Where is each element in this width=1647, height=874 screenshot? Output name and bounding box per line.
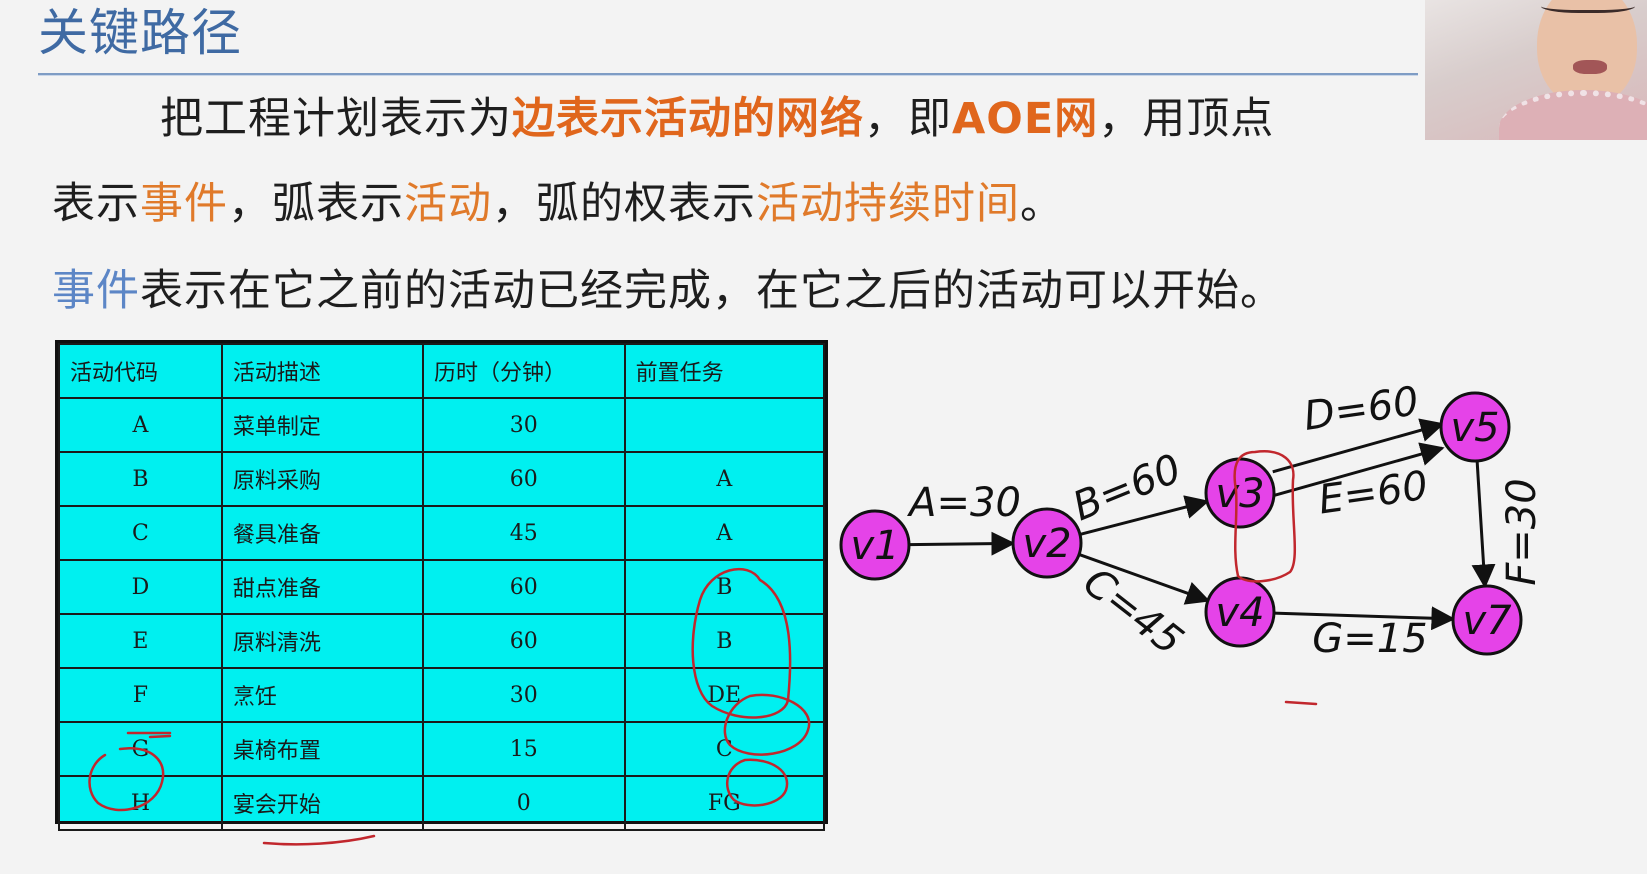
cell-duration: 60	[422, 613, 626, 669]
table-row: A 菜单制定 30	[58, 397, 826, 453]
cell-duration: 60	[422, 559, 626, 615]
table-row: G 桌椅布置 15 C	[58, 721, 826, 777]
cell-duration: 45	[422, 505, 626, 561]
table-row: C 餐具准备 45 A	[58, 505, 826, 561]
p2-highlight-duration: 活动持续时间	[756, 179, 1020, 229]
header-predecessor: 前置任务	[623, 343, 826, 399]
paragraph-1: 把工程计划表示为边表示活动的网络，即AOE网，用顶点	[160, 84, 1274, 146]
p3-highlight-event: 事件	[52, 266, 140, 316]
cell-activity-desc: 宴会开始	[220, 775, 425, 831]
node-label-v5: v5	[1450, 405, 1499, 451]
edge-v1-v2-0	[908, 531, 1016, 556]
activity-table-container: 活动代码 活动描述 历时（分钟） 前置任务 A 菜单制定 30 B 原料采购 60 A C 餐具…	[55, 340, 828, 831]
p2-text-b: ，弧表示	[228, 179, 404, 229]
header-duration: 历时（分钟）	[422, 343, 626, 399]
p3-text: 表示在它之前的活动已经完成，在它之后的活动可以开始。	[140, 266, 1284, 316]
node-label-v2: v2	[1022, 521, 1071, 567]
edge-label-3: D=60	[1301, 378, 1421, 440]
cell-predecessor: A	[623, 451, 826, 507]
title-divider	[38, 73, 1418, 76]
presenter-collar	[1499, 90, 1647, 140]
cell-predecessor: A	[623, 505, 826, 561]
edge-label-4: E=60	[1316, 463, 1431, 524]
cell-activity-desc: 原料清洗	[220, 613, 425, 669]
p2-text-a: 表示	[52, 179, 140, 229]
edge-label-0: A=30	[906, 480, 1021, 526]
paragraph-3: 事件表示在它之前的活动已经完成，在它之后的活动可以开始。	[52, 256, 1284, 318]
activity-table: 活动代码 活动描述 历时（分钟） 前置任务 A 菜单制定 30 B 原料采购 60 A C 餐具…	[58, 343, 826, 831]
cell-activity-desc: 桌椅布置	[220, 721, 425, 777]
presenter-mouth	[1573, 60, 1607, 74]
cell-predecessor: FG	[623, 775, 826, 831]
table-row: B 原料采购 60 A	[58, 451, 826, 507]
p1-text-c: ，用顶点	[1098, 94, 1275, 144]
header-activity-desc: 活动描述	[220, 343, 425, 399]
table-header-row: 活动代码 活动描述 历时（分钟） 前置任务	[58, 343, 826, 399]
aoe-network-graph: A=30 B=60C=45D=60E=60 F=30G=15 v1 v2v3v4v5v…	[839, 378, 1545, 664]
p1-highlight-aoe-definition: 边表示活动的网络	[512, 94, 864, 144]
cell-duration: 60	[422, 451, 626, 507]
cell-activity-desc: 烹饪	[220, 667, 425, 723]
cell-activity-code: G	[58, 721, 223, 777]
table-row: D 甜点准备 60 B	[58, 559, 826, 615]
presenter-glasses	[1541, 0, 1635, 13]
table-row: H 宴会开始 0 FG	[58, 775, 826, 831]
edge-label-6: G=15	[1312, 616, 1427, 662]
cell-duration: 30	[422, 667, 626, 723]
node-label-v4: v4	[1215, 590, 1264, 636]
cell-predecessor	[623, 397, 826, 453]
cell-predecessor: DE	[623, 667, 826, 723]
cell-predecessor: B	[623, 559, 826, 615]
cell-duration: 30	[422, 397, 626, 453]
annotation-underline-h	[262, 834, 376, 846]
cell-activity-code: A	[58, 397, 223, 453]
p2-text-c: ，弧的权表示	[492, 179, 756, 229]
table-row: E 原料清洗 60 B	[58, 613, 826, 669]
p1-highlight-aoe: AOE网	[952, 94, 1099, 144]
cell-duration: 0	[422, 775, 626, 831]
edge-v5-v7-5	[1471, 460, 1496, 589]
cell-activity-desc: 甜点准备	[220, 559, 425, 615]
cell-activity-code: B	[58, 451, 223, 507]
presenter-webcam	[1425, 0, 1647, 140]
paragraph-2: 表示事件，弧表示活动，弧的权表示活动持续时间。	[52, 169, 1064, 231]
cell-activity-desc: 菜单制定	[220, 397, 425, 453]
p2-text-d: 。	[1020, 179, 1064, 229]
cell-activity-code: D	[58, 559, 223, 615]
table-row: F 烹饪 30 DE	[58, 667, 826, 723]
cell-predecessor: C	[623, 721, 826, 777]
cell-predecessor: B	[623, 613, 826, 669]
cell-activity-code: F	[58, 667, 223, 723]
activity-table-body: A 菜单制定 30 B 原料采购 60 A C 餐具准备 45 A D 甜点准备 60 B E 原料清洗 60 B F…	[58, 397, 826, 831]
cell-activity-desc: 餐具准备	[220, 505, 425, 561]
edge-label-1: B=60	[1067, 446, 1188, 531]
p1-text-b: ，即	[864, 94, 952, 144]
slide-title: 关键路径	[38, 4, 242, 62]
cell-activity-code: E	[58, 613, 223, 669]
cell-duration: 15	[422, 721, 626, 777]
header-activity-code: 活动代码	[58, 343, 223, 399]
node-label-v3: v3	[1215, 471, 1264, 517]
cell-activity-code: H	[58, 775, 223, 831]
node-label-v1: v1	[850, 523, 899, 569]
p2-highlight-event: 事件	[140, 179, 228, 229]
edge-label-5: F=30	[1499, 478, 1545, 585]
p1-text-a: 把工程计划表示为	[160, 94, 512, 144]
cell-activity-code: C	[58, 505, 223, 561]
node-label-v7: v7	[1462, 598, 1512, 644]
cell-activity-desc: 原料采购	[220, 451, 425, 507]
p2-highlight-activity: 活动	[404, 179, 492, 229]
